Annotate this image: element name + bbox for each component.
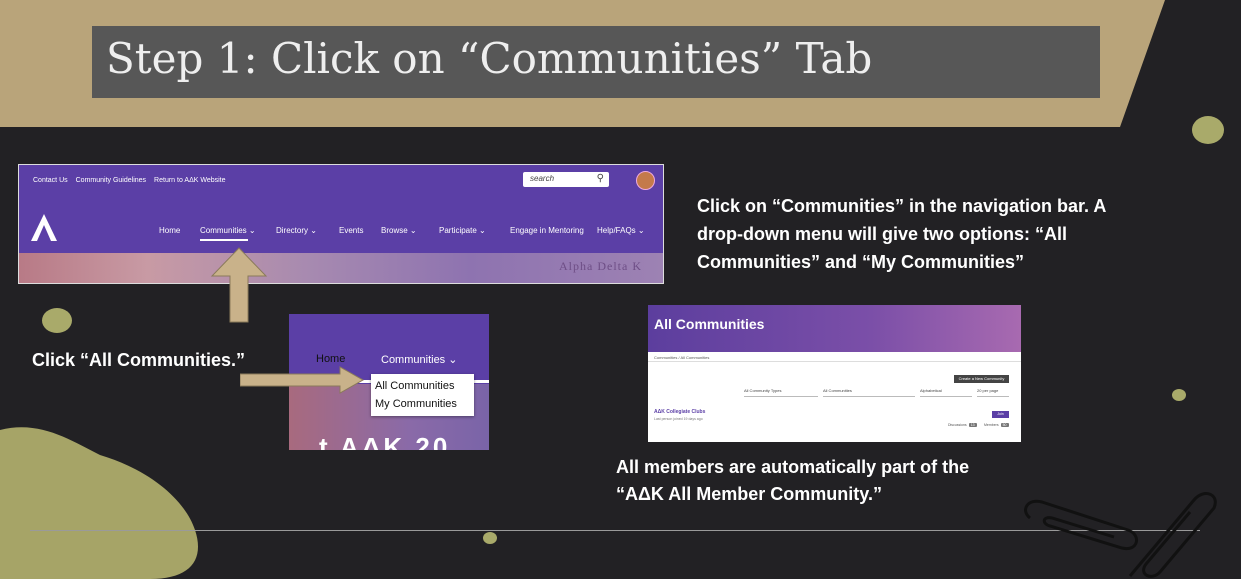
menu-item-my-communities[interactable]: My Communities (375, 398, 457, 410)
click-all-communities-label: Click “All Communities.” (32, 350, 246, 370)
discussions-label: Discussions (948, 423, 967, 427)
all-communities-screenshot: All Communities Communities / All Commun… (648, 305, 1021, 442)
nav-home[interactable]: Home (159, 226, 180, 235)
search-placeholder: search (530, 174, 555, 183)
hero-banner: Alpha Delta K (19, 253, 663, 283)
join-button[interactable]: Join (992, 411, 1009, 418)
community-guidelines-link[interactable]: Community Guidelines (76, 177, 146, 184)
instruction-text: Click on “Communities” in the navigation… (697, 192, 1106, 276)
nav-engage-in-mentoring[interactable]: Engage in Mentoring (510, 226, 584, 235)
community-type-select[interactable]: All Community Types (744, 388, 818, 397)
slide-title: Step 1: Click on “Communities” Tab (106, 34, 873, 83)
communities-dropdown-menu: All Communities My Communities (371, 374, 474, 416)
dropdown-nav-communities[interactable]: Communities ⌄ (381, 353, 457, 366)
members-count: 50 (1000, 423, 1009, 427)
auto-member-line-2: “AΔK All Member Community.” (616, 484, 882, 504)
paperclip-icon (1024, 492, 1217, 578)
members-label: Members (984, 423, 999, 427)
discussions-badge: Discussions 13 (948, 423, 977, 427)
nav-help-faqs[interactable]: Help/FAQs ⌄ (597, 226, 645, 235)
main-navigation: Home Communities ⌄ Directory ⌄ Events Br… (19, 195, 663, 253)
alpha-delta-kappa-logo-icon (31, 214, 57, 241)
right-arrow-icon (240, 366, 365, 394)
auto-member-note: All members are automatically part of th… (616, 454, 969, 508)
decorative-dot (1192, 116, 1224, 144)
per-page-select[interactable]: 20 per page (977, 388, 1009, 397)
up-arrow-icon (210, 247, 268, 323)
nav-participate[interactable]: Participate ⌄ (439, 226, 486, 235)
decorative-dot (1172, 389, 1186, 401)
title-box: Step 1: Click on “Communities” Tab (92, 26, 1100, 98)
instruction-line-1: Click on “Communities” in the navigation… (697, 196, 1107, 216)
search-icon[interactable]: ⚲ (597, 173, 604, 184)
sort-select[interactable]: Alphabetical (920, 388, 972, 397)
dropdown-banner-watermark: t AΔK 20 (319, 432, 451, 450)
contact-us-link[interactable]: Contact Us (33, 177, 68, 184)
discussions-count: 13 (968, 423, 977, 427)
slide: Step 1: Click on “Communities” Tab Conta… (0, 0, 1241, 579)
nav-events[interactable]: Events (339, 226, 363, 235)
return-to-website-link[interactable]: Return to AΔK Website (154, 177, 225, 184)
members-badge: Members 50 (984, 423, 1009, 427)
community-link[interactable]: AΔK Collegiate Clubs (654, 409, 705, 415)
community-meta: Last person joined 19 days ago (654, 417, 703, 421)
avatar[interactable] (636, 171, 655, 190)
create-community-button[interactable]: Create a New Community (954, 375, 1009, 383)
active-tab-underline (200, 239, 248, 241)
instruction-line-3: Communities” and “My Communities” (697, 252, 1025, 272)
search-input[interactable]: search ⚲ (523, 172, 609, 187)
all-communities-banner: All Communities (648, 305, 1021, 352)
dropdown-nav-home[interactable]: Home (316, 353, 345, 365)
breadcrumb[interactable]: Communities / All Communities (654, 355, 709, 360)
auto-member-line-1: All members are automatically part of th… (616, 457, 970, 477)
decorative-dot (42, 308, 72, 333)
menu-item-all-communities[interactable]: All Communities (375, 380, 454, 392)
decorative-dot (483, 532, 497, 544)
communities-select[interactable]: All Communities (823, 388, 915, 397)
nav-browse[interactable]: Browse ⌄ (381, 226, 417, 235)
banner-text: Alpha Delta K (559, 259, 642, 273)
instruction-line-2: drop-down menu will give two options: “A… (697, 224, 1067, 244)
navbar-screenshot: Contact Us Community Guidelines Return t… (18, 164, 664, 284)
divider (648, 361, 1021, 362)
nav-directory[interactable]: Directory ⌄ (276, 226, 317, 235)
nav-communities[interactable]: Communities ⌄ (200, 226, 256, 235)
all-communities-title: All Communities (654, 316, 765, 332)
